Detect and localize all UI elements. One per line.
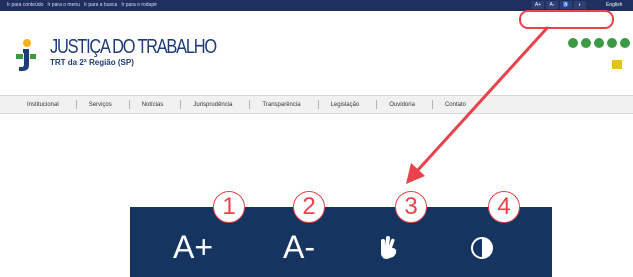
libras-mini-button[interactable]: ♿ [560,1,572,9]
accessibility-mini-tools: A+ A- ♿ ◐ [532,1,586,9]
language-link[interactable]: English [606,1,622,10]
site-title: JUSTIÇA DO TRABALHO [50,36,217,58]
decrease-font-button[interactable]: A- [277,231,321,263]
nav-separator [376,100,378,109]
nav-separator [431,100,433,109]
social-icon[interactable] [620,38,630,48]
marker-4: 4 [488,191,520,223]
nav-item-servicos[interactable]: Serviços [89,102,112,108]
decrease-font-mini-button[interactable]: A- [546,1,558,9]
skip-links: Ir para conteúdo Ir para o menu Ir para … [7,1,157,10]
skip-link-menu[interactable]: Ir para o menu [47,1,80,10]
social-icon[interactable] [581,38,591,48]
marker-2: 2 [293,191,325,223]
nav-item-jurisprudencia[interactable]: Jurisprudência [193,102,232,108]
notification-icon[interactable] [612,60,622,69]
nav-separator [75,100,77,109]
nav-item-transparencia[interactable]: Transparência [262,102,300,108]
main-nav: Institucional Serviços Notícias Jurispru… [0,95,633,114]
social-icon[interactable] [594,38,604,48]
highlight-callout-box [519,10,614,29]
increase-font-button[interactable]: A+ [168,231,218,263]
site-subtitle: TRT da 2ª Região (SP) [50,58,134,67]
nav-item-ouvidoria[interactable]: Ouvidoria [389,102,415,108]
skip-link-content[interactable]: Ir para conteúdo [7,1,43,10]
nav-item-noticias[interactable]: Notícias [142,102,164,108]
social-icon[interactable] [568,38,578,48]
marker-3: 3 [395,191,427,223]
trt-person-icon [16,39,36,71]
contrast-mini-button[interactable]: ◐ [574,1,586,9]
contrast-icon[interactable] [471,237,493,259]
nav-separator [317,100,319,109]
skip-link-footer[interactable]: Ir para o rodapé [121,1,157,10]
accessibility-bar-zoom: A+ A- [130,207,552,277]
increase-font-mini-button[interactable]: A+ [532,1,544,9]
nav-separator [128,100,130,109]
social-links [568,38,630,48]
marker-1: 1 [213,191,245,223]
nav-item-contato[interactable]: Contato [445,102,466,108]
nav-item-legislacao[interactable]: Legislação [331,102,360,108]
hand-sign-icon[interactable] [377,236,399,260]
nav-item-institucional[interactable]: Institucional [27,102,59,108]
nav-separator [180,100,182,109]
social-icon[interactable] [607,38,617,48]
nav-separator [249,100,251,109]
skip-link-search[interactable]: Ir para a busca [84,1,117,10]
